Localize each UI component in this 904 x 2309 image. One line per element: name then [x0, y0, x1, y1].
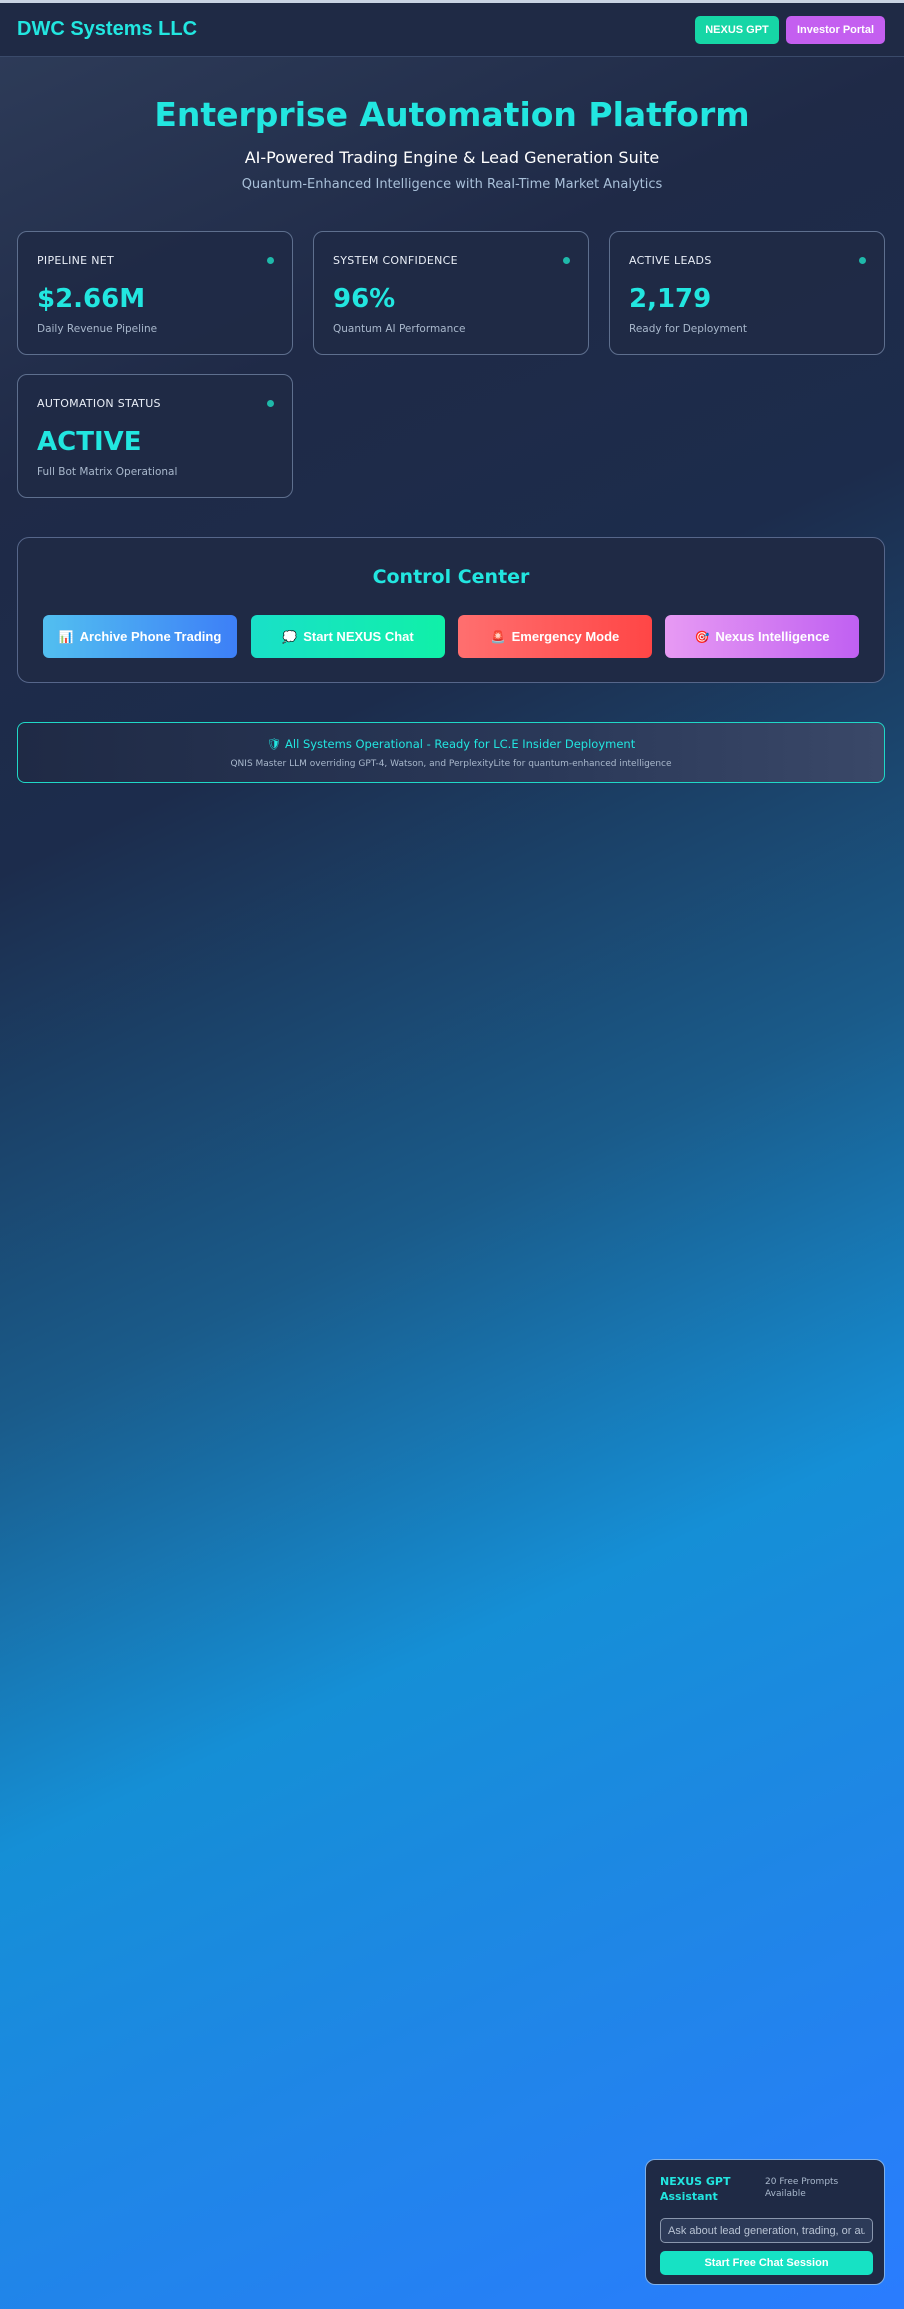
- metric-description: Daily Revenue Pipeline: [37, 323, 158, 335]
- metric-description: Full Bot Matrix Operational: [37, 466, 178, 478]
- chat-bubble-icon: 💭: [282, 629, 298, 644]
- system-status-banner: 🛡 All Systems Operational - Ready for LC…: [17, 722, 885, 783]
- metric-description: Quantum AI Performance: [333, 323, 466, 335]
- metric-card-automation-status: AUTOMATION STATUS ACTIVE Full Bot Matrix…: [17, 374, 293, 498]
- metric-card-system-confidence: SYSTEM CONFIDENCE 96% Quantum AI Perform…: [313, 231, 589, 355]
- nexus-gpt-button[interactable]: NEXUS GPT: [695, 16, 779, 44]
- start-free-chat-button[interactable]: Start Free Chat Session: [660, 2251, 873, 2275]
- status-detail: QNIS Master LLM overriding GPT-4, Watson…: [230, 759, 672, 769]
- metric-card-active-leads: ACTIVE LEADS 2,179 Ready for Deployment: [609, 231, 885, 355]
- top-nav-bar: DWC Systems LLC NEXUS GPT Investor Porta…: [0, 3, 904, 57]
- archive-phone-trading-button[interactable]: 📊 Archive Phone Trading: [43, 615, 237, 658]
- status-dot-icon: [267, 257, 274, 264]
- page-title: Enterprise Automation Platform: [154, 95, 750, 134]
- metric-label: AUTOMATION STATUS: [37, 397, 161, 410]
- control-center-title: Control Center: [372, 566, 530, 588]
- page-tagline: Quantum-Enhanced Intelligence with Real-…: [241, 177, 663, 192]
- metric-value: ACTIVE: [37, 427, 142, 457]
- target-icon: 🎯: [694, 629, 710, 644]
- control-center-panel: Control Center 📊 Archive Phone Trading 💭…: [17, 537, 885, 683]
- metric-label: ACTIVE LEADS: [629, 254, 712, 267]
- shield-icon: 🛡: [266, 737, 282, 751]
- brand-logo-text[interactable]: DWC Systems LLC: [17, 18, 197, 41]
- button-label: Nexus Intelligence: [715, 629, 830, 644]
- free-prompts-info: 20 Free Prompts Available: [765, 2177, 839, 2199]
- status-dot-icon: [859, 257, 866, 264]
- start-nexus-chat-button[interactable]: 💭 Start NEXUS Chat: [251, 615, 445, 658]
- page-subtitle: AI-Powered Trading Engine & Lead Generat…: [244, 148, 660, 167]
- nexus-intelligence-button[interactable]: 🎯 Nexus Intelligence: [665, 615, 859, 658]
- siren-icon: 🚨: [490, 629, 506, 644]
- chat-input[interactable]: [660, 2218, 873, 2243]
- status-dot-icon: [267, 400, 274, 407]
- metric-value: 96%: [333, 284, 396, 314]
- metric-label: PIPELINE NET: [37, 254, 115, 267]
- metric-value: 2,179: [629, 284, 712, 314]
- chat-widget-title: NEXUS GPT Assistant: [660, 2175, 731, 2203]
- status-message: All Systems Operational - Ready for LC.E…: [285, 737, 636, 751]
- metric-card-pipeline-net: PIPELINE NET $2.66M Daily Revenue Pipeli…: [17, 231, 293, 355]
- nexus-chat-widget: NEXUS GPT Assistant 20 Free Prompts Avai…: [645, 2159, 885, 2285]
- button-label: Emergency Mode: [511, 629, 620, 644]
- status-message-line: 🛡 All Systems Operational - Ready for LC…: [18, 737, 884, 751]
- chart-icon: 📊: [58, 629, 74, 644]
- metric-label: SYSTEM CONFIDENCE: [333, 254, 458, 267]
- status-dot-icon: [563, 257, 570, 264]
- metric-value: $2.66M: [37, 284, 146, 314]
- button-label: Archive Phone Trading: [79, 629, 222, 644]
- metric-description: Ready for Deployment: [629, 323, 747, 335]
- emergency-mode-button[interactable]: 🚨 Emergency Mode: [458, 615, 652, 658]
- button-label: Start NEXUS Chat: [303, 629, 414, 644]
- investor-portal-button[interactable]: Investor Portal: [786, 16, 885, 44]
